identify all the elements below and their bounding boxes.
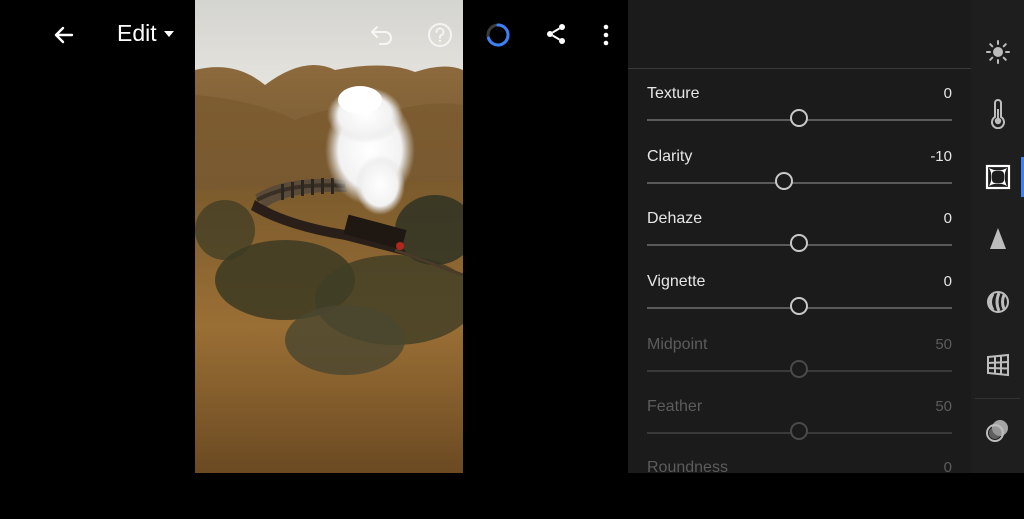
rail-presets[interactable] (971, 406, 1024, 456)
slider-value: 0 (943, 273, 952, 290)
sync-progress-icon (486, 23, 510, 47)
undo-button[interactable] (366, 19, 398, 51)
rail-optics[interactable] (971, 277, 1024, 327)
more-vertical-icon (603, 24, 609, 46)
slider-value: 0 (943, 459, 952, 476)
geometry-icon (986, 353, 1009, 377)
slider-value: 50 (935, 336, 952, 353)
light-icon (985, 40, 1010, 64)
slider-label: Texture (647, 85, 700, 102)
slider-track[interactable] (647, 182, 952, 184)
photo-canvas[interactable] (195, 0, 463, 473)
back-button[interactable] (48, 19, 80, 51)
optics-icon (986, 291, 1009, 313)
slider-value: 50 (935, 398, 952, 415)
slider-dehaze[interactable]: Dehaze 0 (647, 210, 952, 270)
rail-separator (975, 398, 1020, 399)
slider-thumb[interactable] (790, 297, 808, 315)
slider-label: Clarity (647, 148, 693, 165)
slider-thumb[interactable] (790, 234, 808, 252)
undo-icon (371, 26, 392, 45)
presets-icon (985, 420, 1008, 442)
effects-panel: Texture 0 Clarity -10 Dehaze 0 Vignette … (628, 0, 971, 476)
share-icon (547, 24, 565, 44)
more-button[interactable] (590, 19, 622, 51)
edit-title: Edit (117, 20, 157, 46)
arrow-left-icon (54, 26, 74, 44)
rail-color[interactable] (971, 89, 1024, 139)
slider-value: -10 (930, 148, 952, 165)
help-button[interactable] (424, 19, 456, 51)
help-circle-icon (428, 23, 452, 47)
slider-label: Dehaze (647, 210, 703, 227)
sync-status[interactable] (482, 19, 514, 51)
rail-detail[interactable] (971, 214, 1024, 264)
slider-thumb[interactable] (790, 360, 808, 378)
slider-label: Vignette (647, 273, 706, 290)
slider-vignette[interactable]: Vignette 0 (647, 273, 952, 333)
caret-down-icon (164, 31, 174, 37)
slider-thumb[interactable] (775, 172, 793, 190)
slider-texture[interactable]: Texture 0 (647, 85, 952, 145)
slider-thumb[interactable] (790, 422, 808, 440)
slider-label: Feather (647, 398, 703, 415)
rail-effects[interactable] (971, 152, 1024, 202)
slider-value: 0 (943, 85, 952, 102)
photo-image (195, 0, 463, 473)
slider-clarity[interactable]: Clarity -10 (647, 148, 952, 208)
panel-divider (628, 68, 971, 69)
rail-light[interactable] (971, 27, 1024, 77)
color-temperature-icon (990, 99, 1005, 129)
rail-geometry[interactable] (971, 340, 1024, 390)
slider-feather[interactable]: Feather 50 (647, 398, 952, 458)
effects-icon (985, 164, 1010, 190)
slider-value: 0 (943, 210, 952, 227)
tool-rail (971, 0, 1024, 473)
slider-label: Midpoint (647, 336, 708, 353)
share-button[interactable] (540, 18, 572, 50)
slider-roundness[interactable]: Roundness 0 (647, 459, 952, 519)
detail-icon (989, 228, 1006, 249)
slider-midpoint[interactable]: Midpoint 50 (647, 336, 952, 396)
slider-thumb[interactable] (790, 109, 808, 127)
slider-label: Roundness (647, 459, 728, 476)
